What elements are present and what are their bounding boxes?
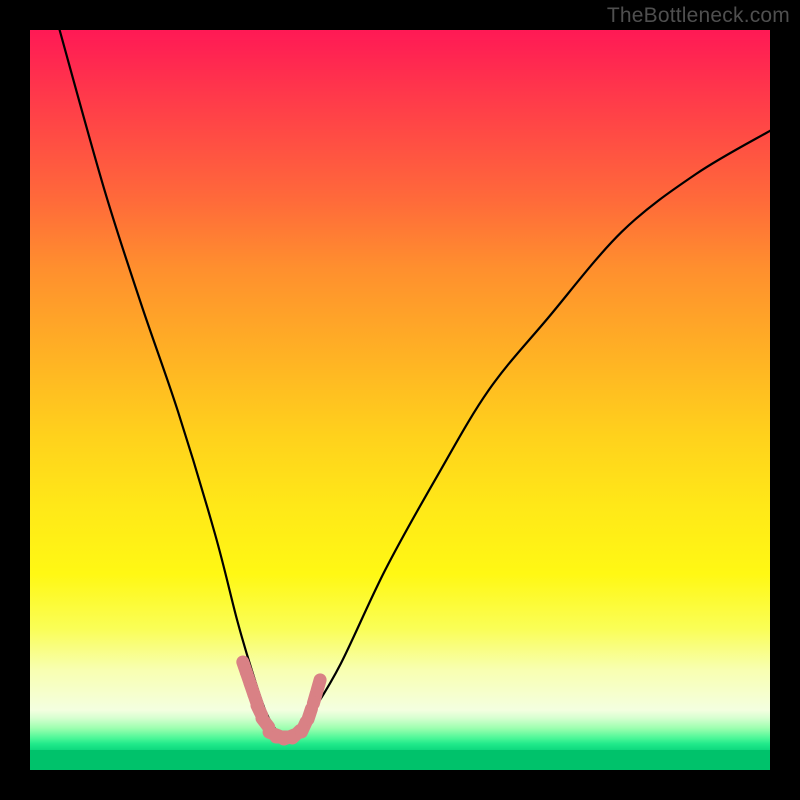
chart-frame: TheBottleneck.com	[0, 0, 800, 800]
minimum-markers	[235, 654, 329, 748]
plot-area	[30, 30, 770, 770]
bottleneck-curve	[60, 30, 770, 738]
curve-layer	[30, 30, 770, 770]
watermark-text: TheBottleneck.com	[607, 4, 790, 28]
